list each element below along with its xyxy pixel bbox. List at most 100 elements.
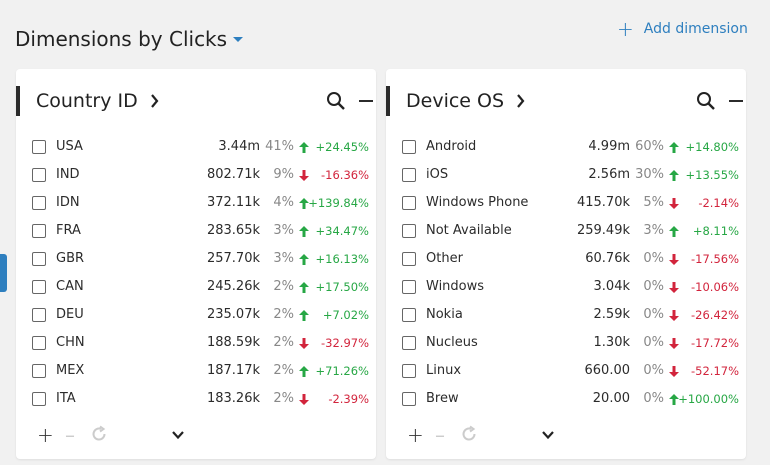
list-item[interactable]: Not Available 259.49k 3% +8.11% [386,217,746,245]
row-share: 41% [265,139,294,154]
row-share: 5% [643,195,664,210]
collapse-icon[interactable] [729,100,743,102]
list-item[interactable]: iOS 2.56m 30% +13.55% [386,161,746,189]
row-name: IND [56,167,80,182]
collapse-icon[interactable] [359,100,373,102]
list-item[interactable]: Brew 20.00 0% +100.00% [386,385,746,413]
list-item[interactable]: Linux 660.00 0% -52.17% [386,357,746,385]
list-item[interactable]: Android 4.99m 60% +14.80% [386,133,746,161]
list-item[interactable]: IND 802.71k 9% -16.36% [16,161,376,189]
row-checkbox[interactable] [32,364,46,378]
row-checkbox[interactable] [32,308,46,322]
dimension-list: USA 3.44m 41% +24.45% IND 802.71k 9% -16.36% IDN… [16,133,376,413]
row-share: 2% [273,363,294,378]
row-checkbox[interactable] [32,224,46,238]
row-share: 9% [273,167,294,182]
list-item[interactable]: Nucleus 1.30k 0% -17.72% [386,329,746,357]
card-footer: + – [386,423,746,447]
arrow-down-icon [299,170,309,181]
card-header: Device OS [386,86,746,116]
list-item[interactable]: FRA 283.65k 3% +34.47% [16,217,376,245]
row-share: 3% [643,223,664,238]
row-checkbox[interactable] [32,140,46,154]
row-name: GBR [56,251,85,266]
row-checkbox[interactable] [402,392,416,406]
side-panel-handle[interactable] [0,254,7,292]
row-name: Nokia [426,307,463,322]
list-item[interactable]: USA 3.44m 41% +24.45% [16,133,376,161]
list-item[interactable]: Windows Phone 415.70k 5% -2.14% [386,189,746,217]
row-name: DEU [56,307,84,322]
list-item[interactable]: MEX 187.17k 2% +71.26% [16,357,376,385]
row-checkbox[interactable] [402,168,416,182]
row-name: Not Available [426,223,512,238]
row-name: Windows [426,279,485,294]
row-checkbox[interactable] [402,336,416,350]
row-checkbox[interactable] [402,280,416,294]
row-change: -10.06% [691,280,739,294]
row-change: -2.14% [698,196,739,210]
row-share: 2% [273,307,294,322]
list-item[interactable]: Nokia 2.59k 0% -26.42% [386,301,746,329]
row-checkbox[interactable] [32,336,46,350]
row-share: 0% [643,279,664,294]
minus-icon: – [65,423,75,447]
arrow-up-icon [299,310,309,321]
chevron-down-icon[interactable] [171,428,185,442]
row-share: 60% [635,139,664,154]
list-item[interactable]: CAN 245.26k 2% +17.50% [16,273,376,301]
list-item[interactable]: ITA 183.26k 2% -2.39% [16,385,376,413]
row-checkbox[interactable] [402,364,416,378]
row-checkbox[interactable] [32,168,46,182]
row-change: +24.45% [315,140,370,154]
arrow-up-icon [299,282,309,293]
row-checkbox[interactable] [32,280,46,294]
row-change: +71.26% [315,364,370,378]
card-title-label: Device OS [406,90,505,112]
row-checkbox[interactable] [32,196,46,210]
card-title[interactable]: Country ID [36,86,159,116]
row-change: +13.55% [685,168,740,182]
row-change: -17.56% [691,252,739,266]
arrow-up-icon [669,226,679,237]
card-title[interactable]: Device OS [406,86,525,116]
plus-icon[interactable]: + [37,424,54,446]
list-item[interactable]: Windows 3.04k 0% -10.06% [386,273,746,301]
row-checkbox[interactable] [402,308,416,322]
metric-dropdown[interactable]: Clicks [169,27,244,51]
row-checkbox[interactable] [402,196,416,210]
row-checkbox[interactable] [32,392,46,406]
list-item[interactable]: DEU 235.07k 2% +7.02% [16,301,376,329]
page-title: Dimensions by Clicks [15,27,244,51]
row-checkbox[interactable] [402,252,416,266]
plus-icon[interactable]: + [407,424,424,446]
caret-down-icon [233,36,244,42]
row-value: 2.56m [588,167,630,182]
row-value: 183.26k [206,391,260,406]
row-change: +14.80% [685,140,740,154]
list-item[interactable]: CHN 188.59k 2% -32.97% [16,329,376,357]
arrow-down-icon [669,282,679,293]
arrow-up-icon [299,254,309,265]
refresh-icon [462,425,476,441]
row-name: ITA [56,391,76,406]
chevron-right-icon [150,94,159,108]
row-name: USA [56,139,83,154]
row-checkbox[interactable] [402,224,416,238]
add-dimension-button[interactable]: + Add dimension [617,19,748,39]
chevron-down-icon[interactable] [541,428,555,442]
list-item[interactable]: IDN 372.11k 4% +139.84% [16,189,376,217]
plus-icon: + [617,17,634,41]
row-name: Other [426,251,463,266]
row-name: Android [426,139,477,154]
row-name: CHN [56,335,85,350]
row-checkbox[interactable] [32,252,46,266]
row-checkbox[interactable] [402,140,416,154]
search-icon[interactable] [326,91,346,111]
list-item[interactable]: GBR 257.70k 3% +16.13% [16,245,376,273]
search-icon[interactable] [696,91,716,111]
row-change: -2.39% [328,392,369,406]
row-value: 259.49k [576,223,630,238]
list-item[interactable]: Other 60.76k 0% -17.56% [386,245,746,273]
arrow-up-icon [299,226,309,237]
